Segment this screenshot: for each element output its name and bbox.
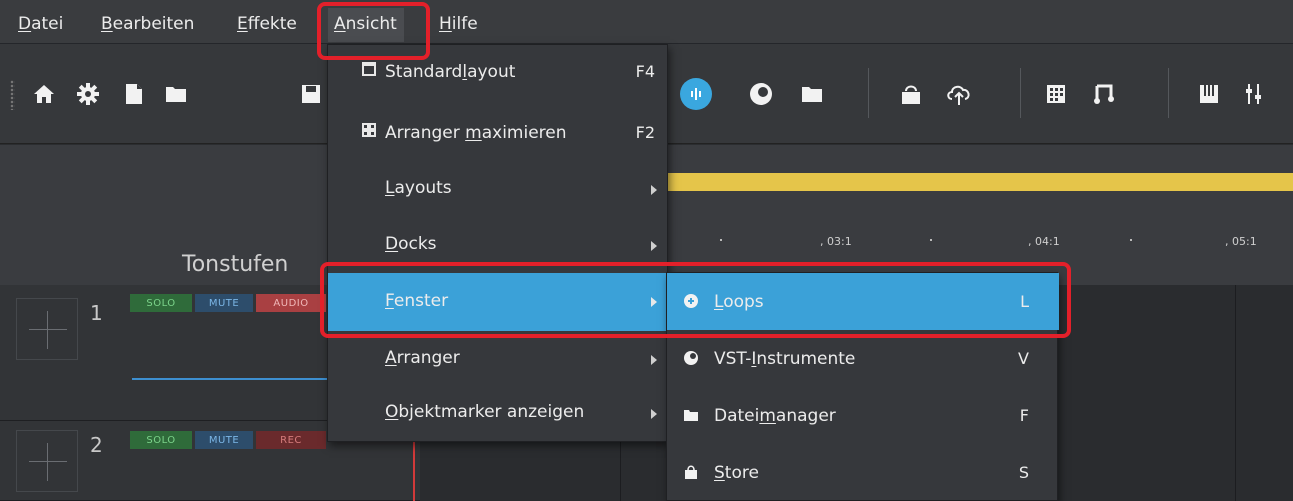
ruler-tick-04: , 04:1 (1028, 235, 1060, 248)
time-ruler[interactable]: , 03:1 , 04:1 , 05:1 (660, 215, 1293, 265)
layout-icon (362, 62, 376, 76)
menu-bearbeiten[interactable]: Bearbeiten (101, 14, 194, 34)
shortcut-label: V (1018, 349, 1029, 368)
menu-bar: Datei Bearbeiten Effekte Ansicht Hilfe (0, 0, 1293, 44)
toolbar-separator (868, 68, 869, 118)
music-note-icon[interactable] (1087, 78, 1119, 110)
home-icon[interactable] (28, 78, 60, 110)
submenu-item-vst-instrumente[interactable]: VST-Instrumente V (667, 330, 1059, 387)
submenu-item-label: VST-Instrumente (714, 349, 856, 369)
ruler-dot (930, 239, 932, 241)
menu-item-label: Objektmarker anzeigen (385, 402, 585, 422)
menu-item-arranger[interactable]: Arranger (328, 331, 669, 389)
submenu-item-label: Store (714, 463, 759, 483)
menu-item-label: Standardlayout (385, 62, 516, 82)
keyboard-icon[interactable] (1193, 78, 1225, 110)
audio-button[interactable]: AUDIO (256, 294, 326, 312)
menu-item-objektmarker[interactable]: Objektmarker anzeigen (328, 385, 669, 443)
toolbar-separator (1020, 68, 1021, 118)
menu-effekte[interactable]: Effekte (237, 14, 297, 34)
menu-hilfe-rest: ilfe (451, 14, 478, 34)
shortcut-label: F4 (635, 62, 655, 81)
submenu-arrow-icon (651, 185, 657, 195)
submenu-item-dateimanager[interactable]: Dateimanager F (667, 387, 1059, 444)
menu-item-label: Docks (385, 234, 437, 254)
submenu-arrow-icon (651, 241, 657, 251)
loop-range-bar[interactable] (660, 173, 1293, 191)
mute-button[interactable]: MUTE (195, 431, 253, 449)
ruler-dot (1130, 239, 1132, 241)
add-instrument-button[interactable] (16, 298, 78, 360)
add-instrument-button[interactable] (16, 430, 78, 492)
maximize-icon (362, 123, 376, 137)
shortcut-label: S (1018, 463, 1029, 482)
menu-datei-rest: atei (31, 14, 64, 34)
menu-hilfe[interactable]: Hilfe (439, 14, 478, 34)
store-icon[interactable] (895, 78, 927, 110)
ruler-dot (720, 239, 722, 241)
loops-icon[interactable] (680, 78, 712, 110)
track-volume-line[interactable] (132, 378, 337, 380)
track-number: 2 (90, 433, 103, 457)
track-number: 1 (90, 301, 103, 325)
mute-button[interactable]: MUTE (195, 294, 253, 312)
menu-effekte-rest: ffekte (247, 14, 297, 34)
vst-instrument-icon (684, 351, 698, 365)
ruler-tick-03: , 03:1 (820, 235, 852, 248)
highlight-fenster-loops (320, 262, 1071, 338)
menu-item-arranger-maximieren[interactable]: Arranger maximieren F2 (328, 103, 669, 161)
submenu-arrow-icon (651, 409, 657, 419)
toolbar-separator (1168, 68, 1169, 118)
highlight-ansicht (317, 2, 430, 60)
cloud-icon[interactable] (943, 78, 975, 110)
menu-item-label: Layouts (385, 178, 452, 198)
store-icon (685, 465, 697, 479)
grid-icon[interactable] (1040, 78, 1072, 110)
menu-datei[interactable]: Datei (18, 14, 63, 34)
menu-bearbeiten-rest: earbeiten (112, 14, 195, 34)
menu-item-label: Arranger maximieren (385, 123, 567, 143)
menu-item-layouts[interactable]: Layouts (328, 161, 669, 219)
gear-icon[interactable] (72, 78, 104, 110)
toolbar-grip[interactable] (10, 80, 15, 110)
file-manager-icon[interactable] (796, 78, 828, 110)
shortcut-label: F2 (635, 123, 655, 142)
new-file-icon[interactable] (118, 78, 150, 110)
submenu-arrow-icon (651, 355, 657, 365)
menu-item-label: Arranger (385, 348, 460, 368)
open-folder-icon[interactable] (160, 78, 192, 110)
rec-button[interactable]: REC (256, 431, 326, 449)
folder-icon (684, 410, 698, 421)
shortcut-label: F (1019, 406, 1029, 425)
save-icon[interactable] (295, 78, 327, 110)
track-header-label: Tonstufen (182, 252, 289, 277)
submenu-item-label: Dateimanager (714, 406, 836, 426)
solo-button[interactable]: SOLO (130, 294, 192, 312)
grid-line (1235, 285, 1236, 501)
vst-instrument-icon[interactable] (745, 78, 777, 110)
solo-button[interactable]: SOLO (130, 431, 192, 449)
ansicht-menu: Standardlayout F4 Arranger maximieren F2… (327, 44, 669, 443)
submenu-item-store[interactable]: Store S (667, 444, 1059, 501)
ruler-tick-05: , 05:1 (1225, 235, 1257, 248)
mixer-icon[interactable] (1238, 78, 1270, 110)
